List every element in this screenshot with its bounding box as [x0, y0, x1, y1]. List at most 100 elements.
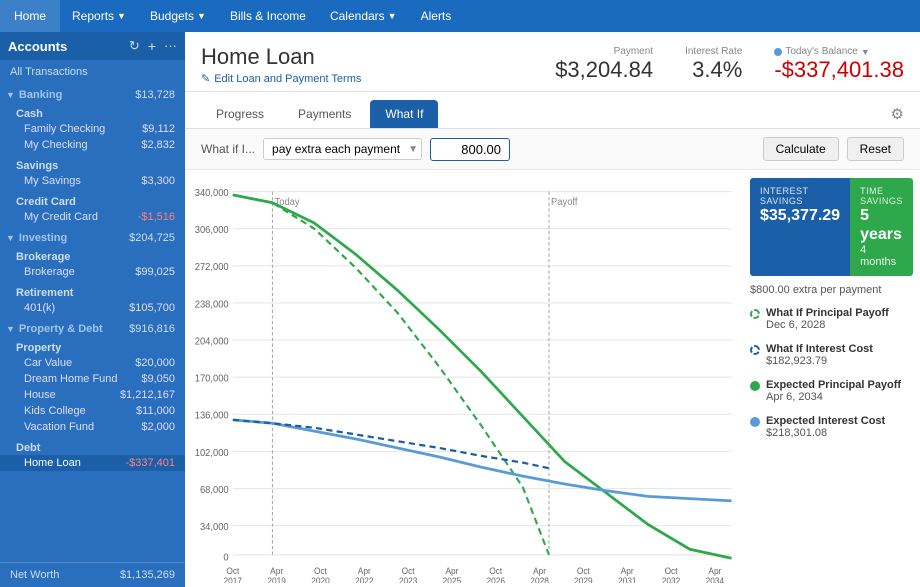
- sidebar-header: Accounts ↻ + ···: [0, 32, 185, 60]
- tabs: Progress Payments What If ⚙: [185, 92, 920, 129]
- whatif-select[interactable]: pay extra each payment pay lump sum chan…: [263, 138, 422, 160]
- page-title: Home Loan: [201, 44, 361, 70]
- time-savings-card: TIME SAVINGS 5 years 4 months: [850, 178, 913, 276]
- tab-whatif[interactable]: What If: [370, 100, 438, 128]
- tab-payments[interactable]: Payments: [283, 100, 366, 128]
- edit-loan-link[interactable]: ✎ Edit Loan and Payment Terms: [201, 72, 361, 85]
- nav-home[interactable]: Home: [0, 0, 60, 32]
- svg-text:Oct: Oct: [489, 566, 503, 576]
- svg-text:Oct: Oct: [226, 566, 240, 576]
- whatif-bar: What if I... pay extra each payment pay …: [185, 129, 920, 170]
- more-icon[interactable]: ···: [164, 38, 177, 54]
- sidebar-item-401k[interactable]: 401(k)$105,700: [0, 300, 185, 316]
- sidebar-item-vacation-fund[interactable]: Vacation Fund$2,000: [0, 419, 185, 435]
- svg-text:Oct: Oct: [577, 566, 591, 576]
- refresh-icon[interactable]: ↻: [129, 38, 140, 54]
- collapse-arrow-icon: ▼: [6, 324, 15, 334]
- legend-whatif-interest: What If Interest Cost $182,923.79: [750, 340, 912, 370]
- svg-text:2028: 2028: [530, 576, 549, 583]
- svg-text:68,000: 68,000: [200, 485, 229, 496]
- calculate-button[interactable]: Calculate: [763, 137, 839, 161]
- svg-text:2017: 2017: [224, 576, 243, 583]
- svg-text:340,000: 340,000: [195, 188, 229, 199]
- whatif-input[interactable]: [430, 138, 510, 161]
- svg-text:2031: 2031: [618, 576, 637, 583]
- sidebar-subgroup-credit-card: Credit Card My Credit Card-$1,516: [0, 191, 185, 227]
- net-worth: Net Worth $1,135,269: [0, 562, 185, 587]
- reset-button[interactable]: Reset: [847, 137, 904, 161]
- sidebar-item-family-checking[interactable]: Family Checking$9,112: [0, 121, 185, 137]
- nav-reports[interactable]: Reports▼: [60, 0, 138, 32]
- sidebar-subgroup-cash: Cash Family Checking$9,112 My Checking$2…: [0, 103, 185, 155]
- sidebar-group-banking[interactable]: ▼ Banking $13,728: [0, 84, 185, 103]
- chevron-down-icon: ▼: [388, 11, 397, 21]
- today-balance-stat: Today's Balance ▼ -$337,401.38: [774, 46, 904, 83]
- sidebar-subgroup-title: Cash: [0, 105, 185, 121]
- sidebar-subgroup-title: Retirement: [0, 284, 185, 300]
- payment-stat: Payment $3,204.84: [555, 46, 653, 83]
- interest-savings-card: INTEREST SAVINGS $35,377.29: [750, 178, 850, 276]
- loan-chart: 340,000 306,000 272,000 238,000 204,000 …: [189, 178, 742, 583]
- sidebar-subgroup-savings: Savings My Savings$3,300: [0, 155, 185, 191]
- svg-text:2019: 2019: [267, 576, 286, 583]
- collapse-arrow-icon: ▼: [6, 90, 15, 100]
- svg-text:Apr: Apr: [621, 566, 634, 576]
- svg-text:Apr: Apr: [358, 566, 371, 576]
- svg-text:Apr: Apr: [445, 566, 458, 576]
- sidebar-group-property-debt[interactable]: ▼ Property & Debt $916,816: [0, 318, 185, 337]
- add-icon[interactable]: +: [148, 38, 156, 54]
- legend-expected-interest: Expected Interest Cost $218,301.08: [750, 412, 912, 442]
- svg-text:Apr: Apr: [270, 566, 283, 576]
- svg-text:2023: 2023: [399, 576, 418, 583]
- svg-text:34,000: 34,000: [200, 522, 229, 533]
- svg-text:136,000: 136,000: [195, 410, 229, 421]
- svg-text:0: 0: [223, 552, 229, 563]
- gear-icon[interactable]: ⚙: [891, 105, 904, 123]
- sidebar-subgroup-title: Debt: [0, 439, 185, 455]
- svg-text:Oct: Oct: [314, 566, 328, 576]
- chevron-down-icon: ▼: [117, 11, 126, 21]
- nav-alerts[interactable]: Alerts: [409, 0, 464, 32]
- sidebar-icons: ↻ + ···: [129, 38, 177, 54]
- svg-text:Payoff: Payoff: [551, 197, 578, 208]
- svg-text:306,000: 306,000: [195, 225, 229, 236]
- sidebar-item-kids-college[interactable]: Kids College$11,000: [0, 403, 185, 419]
- sidebar-item-my-credit-card[interactable]: My Credit Card-$1,516: [0, 209, 185, 225]
- chart-area: 340,000 306,000 272,000 238,000 204,000 …: [185, 170, 750, 587]
- svg-text:272,000: 272,000: [195, 262, 229, 273]
- sidebar-item-my-savings[interactable]: My Savings$3,300: [0, 173, 185, 189]
- collapse-arrow-icon: ▼: [6, 233, 15, 243]
- nav-calendars[interactable]: Calendars▼: [318, 0, 409, 32]
- svg-text:Apr: Apr: [708, 566, 721, 576]
- svg-text:102,000: 102,000: [195, 448, 229, 459]
- sidebar-item-car-value[interactable]: Car Value$20,000: [0, 355, 185, 371]
- svg-text:238,000: 238,000: [195, 299, 229, 310]
- sidebar-subgroup-title: Property: [0, 339, 185, 355]
- svg-text:Oct: Oct: [665, 566, 679, 576]
- nav-budgets[interactable]: Budgets▼: [138, 0, 218, 32]
- all-transactions[interactable]: All Transactions: [0, 60, 185, 84]
- sidebar-item-my-checking[interactable]: My Checking$2,832: [0, 137, 185, 153]
- nav-bills-income[interactable]: Bills & Income: [218, 0, 318, 32]
- sidebar-subgroup-retirement: Retirement 401(k)$105,700: [0, 282, 185, 318]
- sidebar-item-dream-home[interactable]: Dream Home Fund$9,050: [0, 371, 185, 387]
- solid-green-icon: [750, 381, 760, 391]
- sidebar-item-brokerage[interactable]: Brokerage$99,025: [0, 264, 185, 280]
- extra-payment-label: $800.00 extra per payment: [750, 282, 912, 298]
- svg-text:2032: 2032: [662, 576, 681, 583]
- sidebar-subgroup-title: Brokerage: [0, 248, 185, 264]
- sidebar-item-home-loan[interactable]: Home Loan-$337,401: [0, 455, 185, 471]
- svg-text:2029: 2029: [574, 576, 593, 583]
- svg-text:Oct: Oct: [402, 566, 416, 576]
- sidebar-item-house[interactable]: House$1,212,167: [0, 387, 185, 403]
- sidebar-subgroup-property: Property Car Value$20,000 Dream Home Fun…: [0, 337, 185, 437]
- svg-text:2022: 2022: [355, 576, 374, 583]
- sidebar-group-investing[interactable]: ▼ Investing $204,725: [0, 227, 185, 246]
- top-nav: Home Reports▼ Budgets▼ Bills & Income Ca…: [0, 0, 920, 32]
- savings-cards: INTEREST SAVINGS $35,377.29 TIME SAVINGS…: [750, 178, 912, 276]
- svg-text:2026: 2026: [486, 576, 505, 583]
- sidebar-subgroup-debt: Debt Home Loan-$337,401: [0, 437, 185, 473]
- svg-text:204,000: 204,000: [195, 336, 229, 347]
- tab-progress[interactable]: Progress: [201, 100, 279, 128]
- svg-text:Apr: Apr: [533, 566, 546, 576]
